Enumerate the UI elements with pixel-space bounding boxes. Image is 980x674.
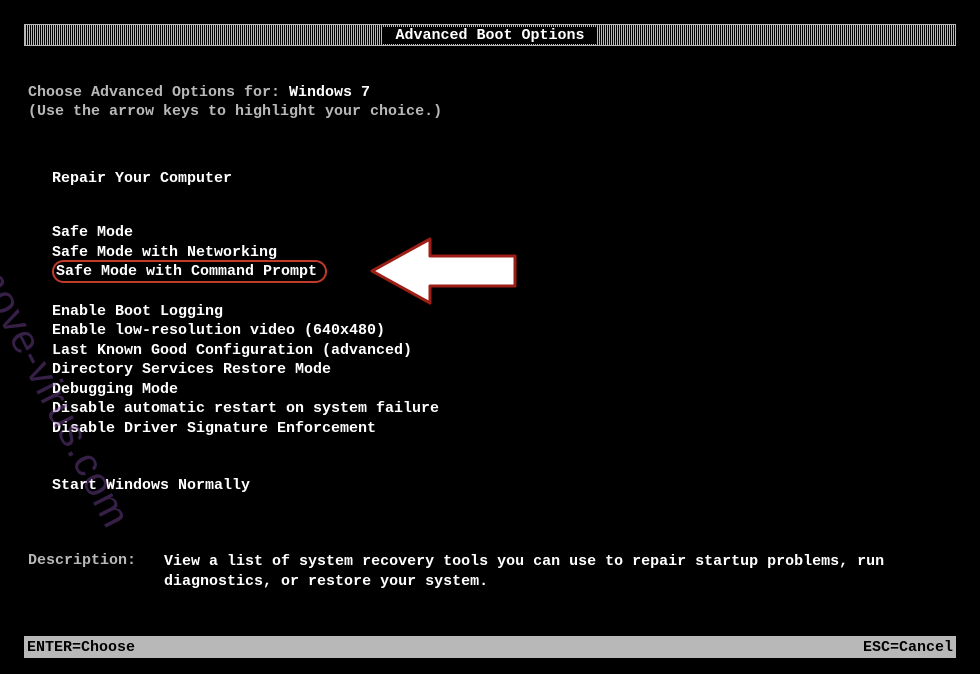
menu-item-boot-logging[interactable]: Enable Boot Logging	[52, 302, 952, 322]
menu-item-safe-mode-cmd[interactable]: Safe Mode with Command Prompt	[52, 262, 952, 282]
menu-item-disable-auto-restart[interactable]: Disable automatic restart on system fail…	[52, 399, 952, 419]
prompt-prefix: Choose Advanced Options for:	[28, 84, 289, 101]
menu-item-last-known-good[interactable]: Last Known Good Configuration (advanced)	[52, 341, 952, 361]
menu-item-start-normally[interactable]: Start Windows Normally	[52, 476, 952, 496]
prompt-line: Choose Advanced Options for: Windows 7	[28, 84, 952, 101]
menu-item-directory-services[interactable]: Directory Services Restore Mode	[52, 360, 952, 380]
header-bar: Advanced Boot Options	[24, 24, 956, 46]
menu-item-debugging[interactable]: Debugging Mode	[52, 380, 952, 400]
footer-bar: ENTER=Choose ESC=Cancel	[24, 636, 956, 658]
section-repair[interactable]: Repair Your Computer	[28, 170, 952, 187]
description-label: Description:	[28, 552, 136, 592]
description-block: Description: View a list of system recov…	[28, 552, 952, 592]
description-text: View a list of system recovery tools you…	[164, 552, 952, 592]
menu-group-safe-mode: Safe Mode Safe Mode with Networking Safe…	[28, 223, 952, 282]
menu-group-advanced: Enable Boot Logging Enable low-resolutio…	[28, 302, 952, 439]
content-area: Choose Advanced Options for: Windows 7 (…	[0, 46, 980, 592]
highlighted-option[interactable]: Safe Mode with Command Prompt	[52, 260, 327, 283]
menu-item-safe-mode[interactable]: Safe Mode	[52, 223, 952, 243]
os-name: Windows 7	[289, 84, 370, 101]
menu-group-normal: Start Windows Normally	[28, 476, 952, 496]
footer-esc: ESC=Cancel	[863, 639, 953, 656]
hint-line: (Use the arrow keys to highlight your ch…	[28, 103, 952, 120]
footer-enter: ENTER=Choose	[27, 639, 135, 656]
menu-item-disable-driver-sig[interactable]: Disable Driver Signature Enforcement	[52, 419, 952, 439]
page-title: Advanced Boot Options	[383, 27, 596, 44]
menu-item-low-res[interactable]: Enable low-resolution video (640x480)	[52, 321, 952, 341]
